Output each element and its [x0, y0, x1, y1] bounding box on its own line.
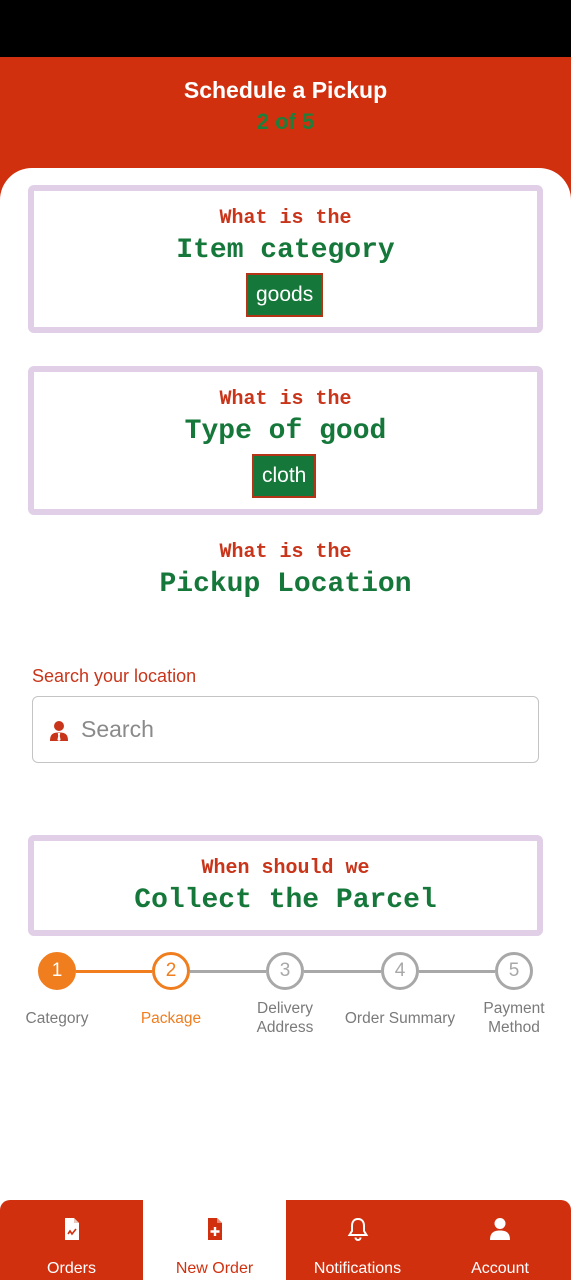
- bell-icon: [347, 1217, 368, 1241]
- pickup-location-prefix: What is the: [219, 541, 352, 564]
- progress-stepper: 1 2 3 4 5 Category Package Delivery Addr…: [0, 950, 571, 1040]
- step-connector-2: [190, 970, 266, 973]
- user-icon: [490, 1218, 510, 1240]
- step-4-circle[interactable]: 4: [381, 952, 419, 990]
- nav-item-account[interactable]: Account: [429, 1200, 571, 1280]
- search-input[interactable]: [81, 698, 521, 760]
- item-category-title: Item category: [176, 235, 395, 266]
- step-1-number: 1: [51, 960, 63, 981]
- nav-label-orders: Orders: [47, 1260, 96, 1277]
- step-2-label: Package: [140, 1010, 202, 1027]
- search-field[interactable]: [32, 696, 539, 763]
- type-of-good-answer-chip[interactable]: cloth: [252, 454, 317, 498]
- search-label: Search your location: [32, 666, 197, 686]
- step-connector-4: [419, 970, 495, 973]
- step-2-circle[interactable]: 2: [152, 952, 190, 990]
- step-5-label: Payment Method: [454, 999, 571, 1037]
- page-title: Schedule a Pickup: [183, 77, 388, 103]
- nav-label-account: Account: [471, 1260, 529, 1277]
- step-3-circle[interactable]: 3: [266, 952, 304, 990]
- step-3-label-line-2: Address: [256, 1019, 314, 1036]
- nav-label-notifications: Notifications: [313, 1260, 402, 1277]
- person-pin-icon: [50, 721, 68, 741]
- step-3-number: 3: [279, 960, 291, 981]
- nav-label-new-order: New Order: [175, 1260, 254, 1277]
- bottom-navigation: Orders New Order Notifications Account: [0, 1200, 571, 1280]
- type-of-good-title: Type of good: [184, 416, 387, 447]
- item-category-answer-chip[interactable]: goods: [246, 273, 324, 317]
- type-of-good-card[interactable]: What is the Type of good cloth: [28, 366, 543, 515]
- step-4-number: 4: [394, 960, 406, 981]
- step-5-label-line-1: Payment: [483, 1000, 545, 1017]
- step-3-label-line-1: Delivery: [257, 1000, 313, 1017]
- nav-item-new-order[interactable]: New Order: [143, 1200, 286, 1280]
- step-connector-3: [304, 970, 381, 973]
- step-5-circle[interactable]: 5: [495, 952, 533, 990]
- step-3-label: Delivery Address: [225, 999, 345, 1037]
- pickup-location-title: Pickup Location: [159, 569, 412, 600]
- item-category-prefix: What is the: [219, 207, 352, 230]
- collect-parcel-prefix: When should we: [201, 857, 370, 880]
- step-4-label: Order Summary: [344, 1010, 456, 1027]
- type-of-good-prefix: What is the: [219, 388, 352, 411]
- item-category-card[interactable]: What is the Item category goods: [28, 185, 543, 333]
- step-connector-1: [76, 970, 152, 973]
- collect-parcel-title: Collect the Parcel: [134, 885, 437, 916]
- step-5-number: 5: [508, 960, 520, 981]
- step-1-label: Category: [25, 1010, 89, 1027]
- status-bar: [0, 0, 571, 57]
- nav-item-orders[interactable]: Orders: [0, 1200, 143, 1280]
- step-2-number: 2: [165, 960, 177, 981]
- collect-parcel-card[interactable]: When should we Collect the Parcel: [28, 835, 543, 936]
- step-5-label-line-2: Method: [488, 1019, 540, 1036]
- add-document-icon: [207, 1218, 222, 1240]
- step-1-circle[interactable]: 1: [38, 952, 76, 990]
- document-icon: [64, 1218, 79, 1240]
- step-counter: 2 of 5: [256, 109, 315, 134]
- nav-item-notifications[interactable]: Notifications: [286, 1200, 429, 1280]
